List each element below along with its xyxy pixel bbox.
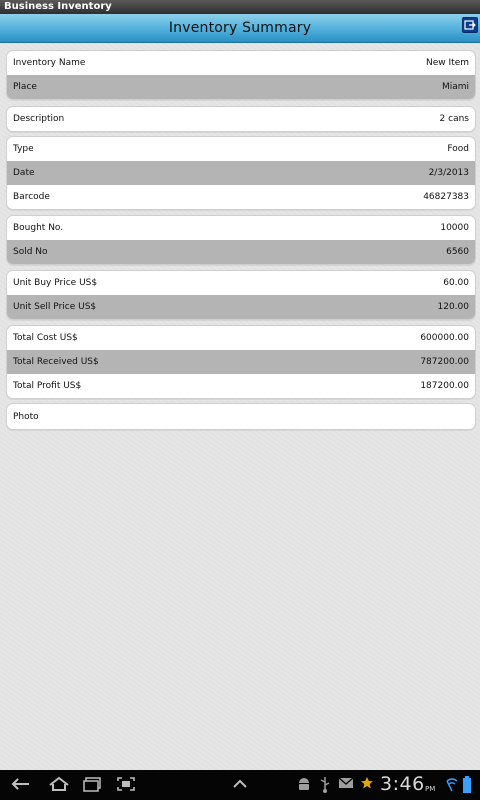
star-icon [361,777,373,789]
home-icon[interactable] [47,776,71,792]
summary-row[interactable]: Bought No. 10000 [7,216,475,240]
screen-header: Inventory Summary [0,14,480,43]
row-value: 10000 [440,223,469,233]
summary-row[interactable]: Date 2/3/2013 [7,161,475,185]
settings-group: Bought No. 10000 Sold No 6560 [6,215,476,265]
summary-row[interactable]: Total Profit US$ 187200.00 [7,374,475,398]
row-label: Total Cost US$ [13,333,78,343]
row-label: Type [13,144,34,154]
clock-ampm: PM [425,785,436,793]
up-chevron-icon[interactable] [230,776,250,792]
row-label: Unit Sell Price US$ [13,302,97,312]
settings-group: Photo [6,403,476,430]
row-label: Total Profit US$ [13,381,82,391]
gmail-icon [338,777,354,788]
row-value: 60.00 [443,278,469,288]
summary-row[interactable]: Inventory Name New Item [7,51,475,75]
summary-row[interactable]: Unit Sell Price US$ 120.00 [7,295,475,319]
row-value: 600000.00 [420,333,469,343]
back-icon[interactable] [10,776,32,792]
content-area: Inventory Name New Item Place Miami Descript… [0,43,480,770]
app-title: Business Inventory [4,1,112,12]
row-value: 120.00 [437,302,470,312]
row-value: 2 cans [439,114,469,124]
summary-row[interactable]: Total Received US$ 787200.00 [7,350,475,374]
summary-row[interactable]: Barcode 46827383 [7,185,475,209]
summary-row[interactable]: Photo [7,404,475,429]
summary-row[interactable]: Place Miami [7,75,475,99]
row-value: 187200.00 [420,381,469,391]
row-label: Photo [13,411,39,422]
settings-group: Type Food Date 2/3/2013 Barcode 46827383 [6,136,476,210]
row-value: 46827383 [423,192,469,202]
android-icon [299,778,309,790]
row-label: Date [13,168,35,178]
row-value: 787200.00 [420,357,469,367]
summary-row[interactable]: Sold No 6560 [7,240,475,264]
row-label: Place [13,82,37,92]
export-button[interactable] [462,17,478,33]
row-label: Total Received US$ [13,357,99,367]
row-value: 2/3/2013 [428,168,469,178]
settings-group: Inventory Name New Item Place Miami [6,50,476,100]
row-label: Barcode [13,192,50,202]
row-label: Unit Buy Price US$ [13,278,98,288]
recent-apps-icon[interactable] [82,776,104,792]
summary-row[interactable]: Description 2 cans [7,107,475,131]
usb-icon [320,777,330,793]
system-navigation-bar: 3:46 PM [0,770,480,800]
settings-group: Description 2 cans [6,106,476,132]
settings-group: Unit Buy Price US$ 60.00 Unit Sell Price U… [6,270,476,320]
app-title-bar: Business Inventory [0,0,480,14]
export-icon [464,20,476,30]
screenshot-icon[interactable] [116,776,136,792]
row-label: Description [13,114,65,124]
settings-group: Total Cost US$ 600000.00 Total Received US… [6,325,476,399]
clock-time: 3:46 [380,773,425,795]
row-value: Miami [441,82,469,92]
row-value: New Item [426,58,469,68]
wifi-icon [446,778,458,792]
row-value: 6560 [446,247,469,257]
row-label: Sold No [13,247,48,257]
page-title: Inventory Summary [168,20,312,36]
battery-icon [463,776,471,793]
summary-row[interactable]: Total Cost US$ 600000.00 [7,326,475,350]
row-value: Food [447,144,469,154]
row-label: Inventory Name [13,58,86,68]
summary-row[interactable]: Type Food [7,137,475,161]
row-label: Bought No. [13,223,64,233]
summary-row[interactable]: Unit Buy Price US$ 60.00 [7,271,475,295]
